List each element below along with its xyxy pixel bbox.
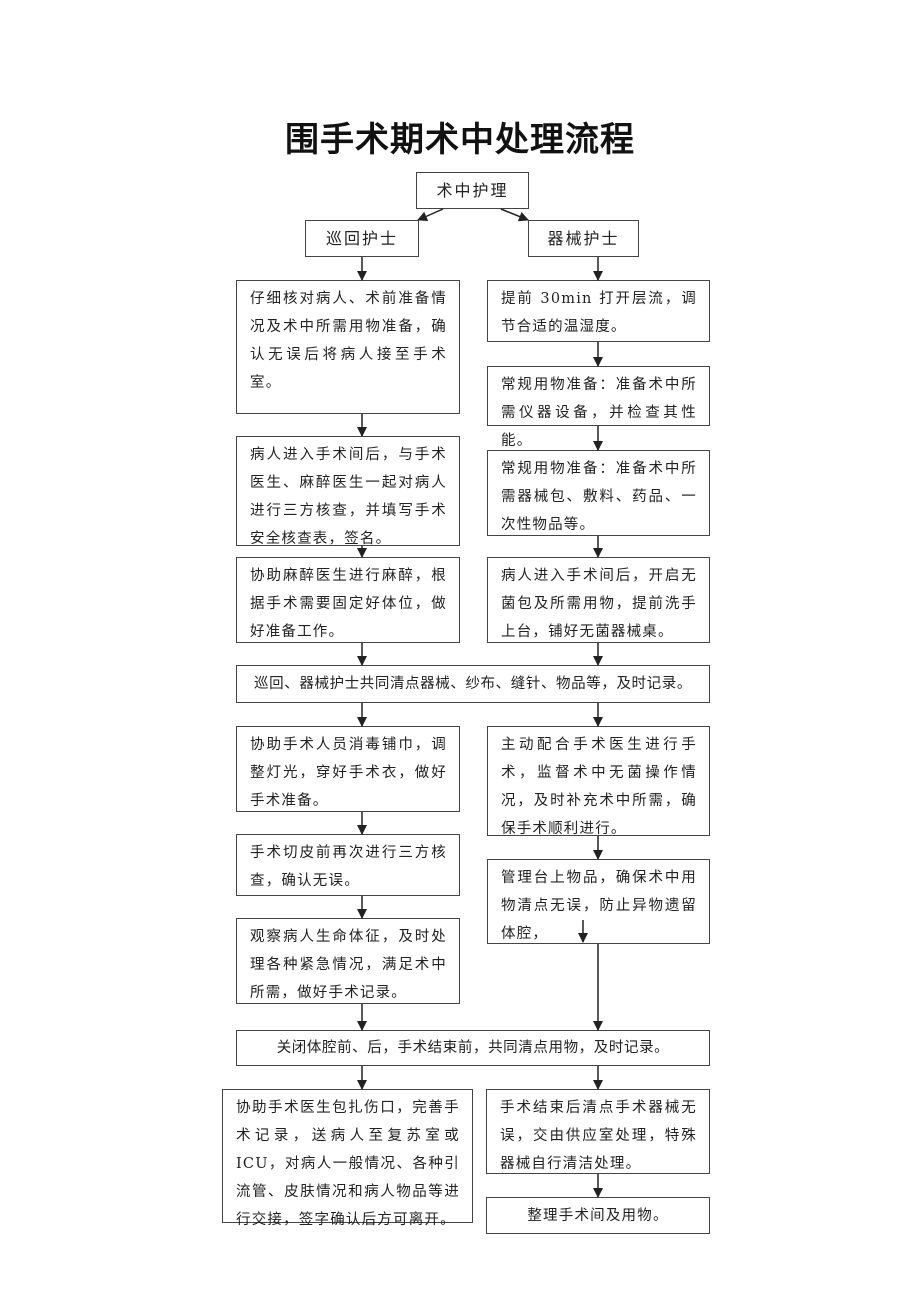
circulating-nurse-header: 巡回护士: [305, 220, 419, 257]
left-step-2: 病人进入手术间后，与手术医生、麻醉医生一起对病人进行三方核查，并填写手术安全核查…: [236, 436, 460, 547]
arrow-root-to-right: [500, 208, 529, 222]
right-step-1: 提前 30min 打开层流，调节合适的温湿度。: [487, 280, 710, 342]
right-final-step-2: 整理手术间及用物。: [486, 1197, 710, 1234]
right-step-4: 病人进入手术间后，开启无菌包及所需用物，提前洗手上台，铺好无菌器械桌。: [487, 557, 710, 643]
left-final-step: 协助手术医生包扎伤口，完善手术记录，送病人至复苏室或 ICU，对病人一般情况、各…: [222, 1089, 473, 1228]
closing-count-step: 关闭体腔前、后，手术结束前，共同清点用物，及时记录。: [236, 1030, 710, 1066]
right-step-2: 常规用物准备：准备术中所需仪器设备，并检查其性能。: [487, 366, 710, 449]
left-step-6: 观察病人生命体征，及时处理各种紧急情况，满足术中所需，做好手术记录。: [236, 918, 460, 1004]
left-step-1: 仔细核对病人、术前准备情况及术中所需用物准备，确认无误后将病人接至手术室。: [236, 280, 460, 414]
right-final-step-1: 手术结束后清点手术器械无误，交由供应室处理，特殊器械自行清洁处理。: [486, 1089, 710, 1174]
root-node-intraop-care: 术中护理: [416, 172, 529, 209]
left-step-3: 协助麻醉医生进行麻醉，根据手术需要固定好体位，做好准备工作。: [236, 557, 460, 643]
arrow-root-to-left: [417, 208, 444, 221]
left-step-5: 手术切皮前再次进行三方核查，确认无误。: [236, 834, 460, 896]
right-step-5: 主动配合手术医生进行手术，监督术中无菌操作情况，及时补充术中所需，确保手术顺利进…: [487, 726, 710, 837]
joint-count-step: 巡回、器械护士共同清点器械、纱布、缝针、物品等，及时记录。: [236, 665, 710, 703]
right-step-3: 常规用物准备：准备术中所需器械包、敷料、药品、一次性物品等。: [487, 450, 710, 536]
right-step-6: 管理台上物品，确保术中用物清点无误，防止异物遗留体腔，: [487, 859, 710, 944]
flowchart-title: 围手术期术中处理流程: [285, 120, 635, 160]
scrub-nurse-header: 器械护士: [528, 220, 639, 257]
left-step-4: 协助手术人员消毒铺巾，调整灯光，穿好手术衣，做好手术准备。: [236, 726, 460, 812]
